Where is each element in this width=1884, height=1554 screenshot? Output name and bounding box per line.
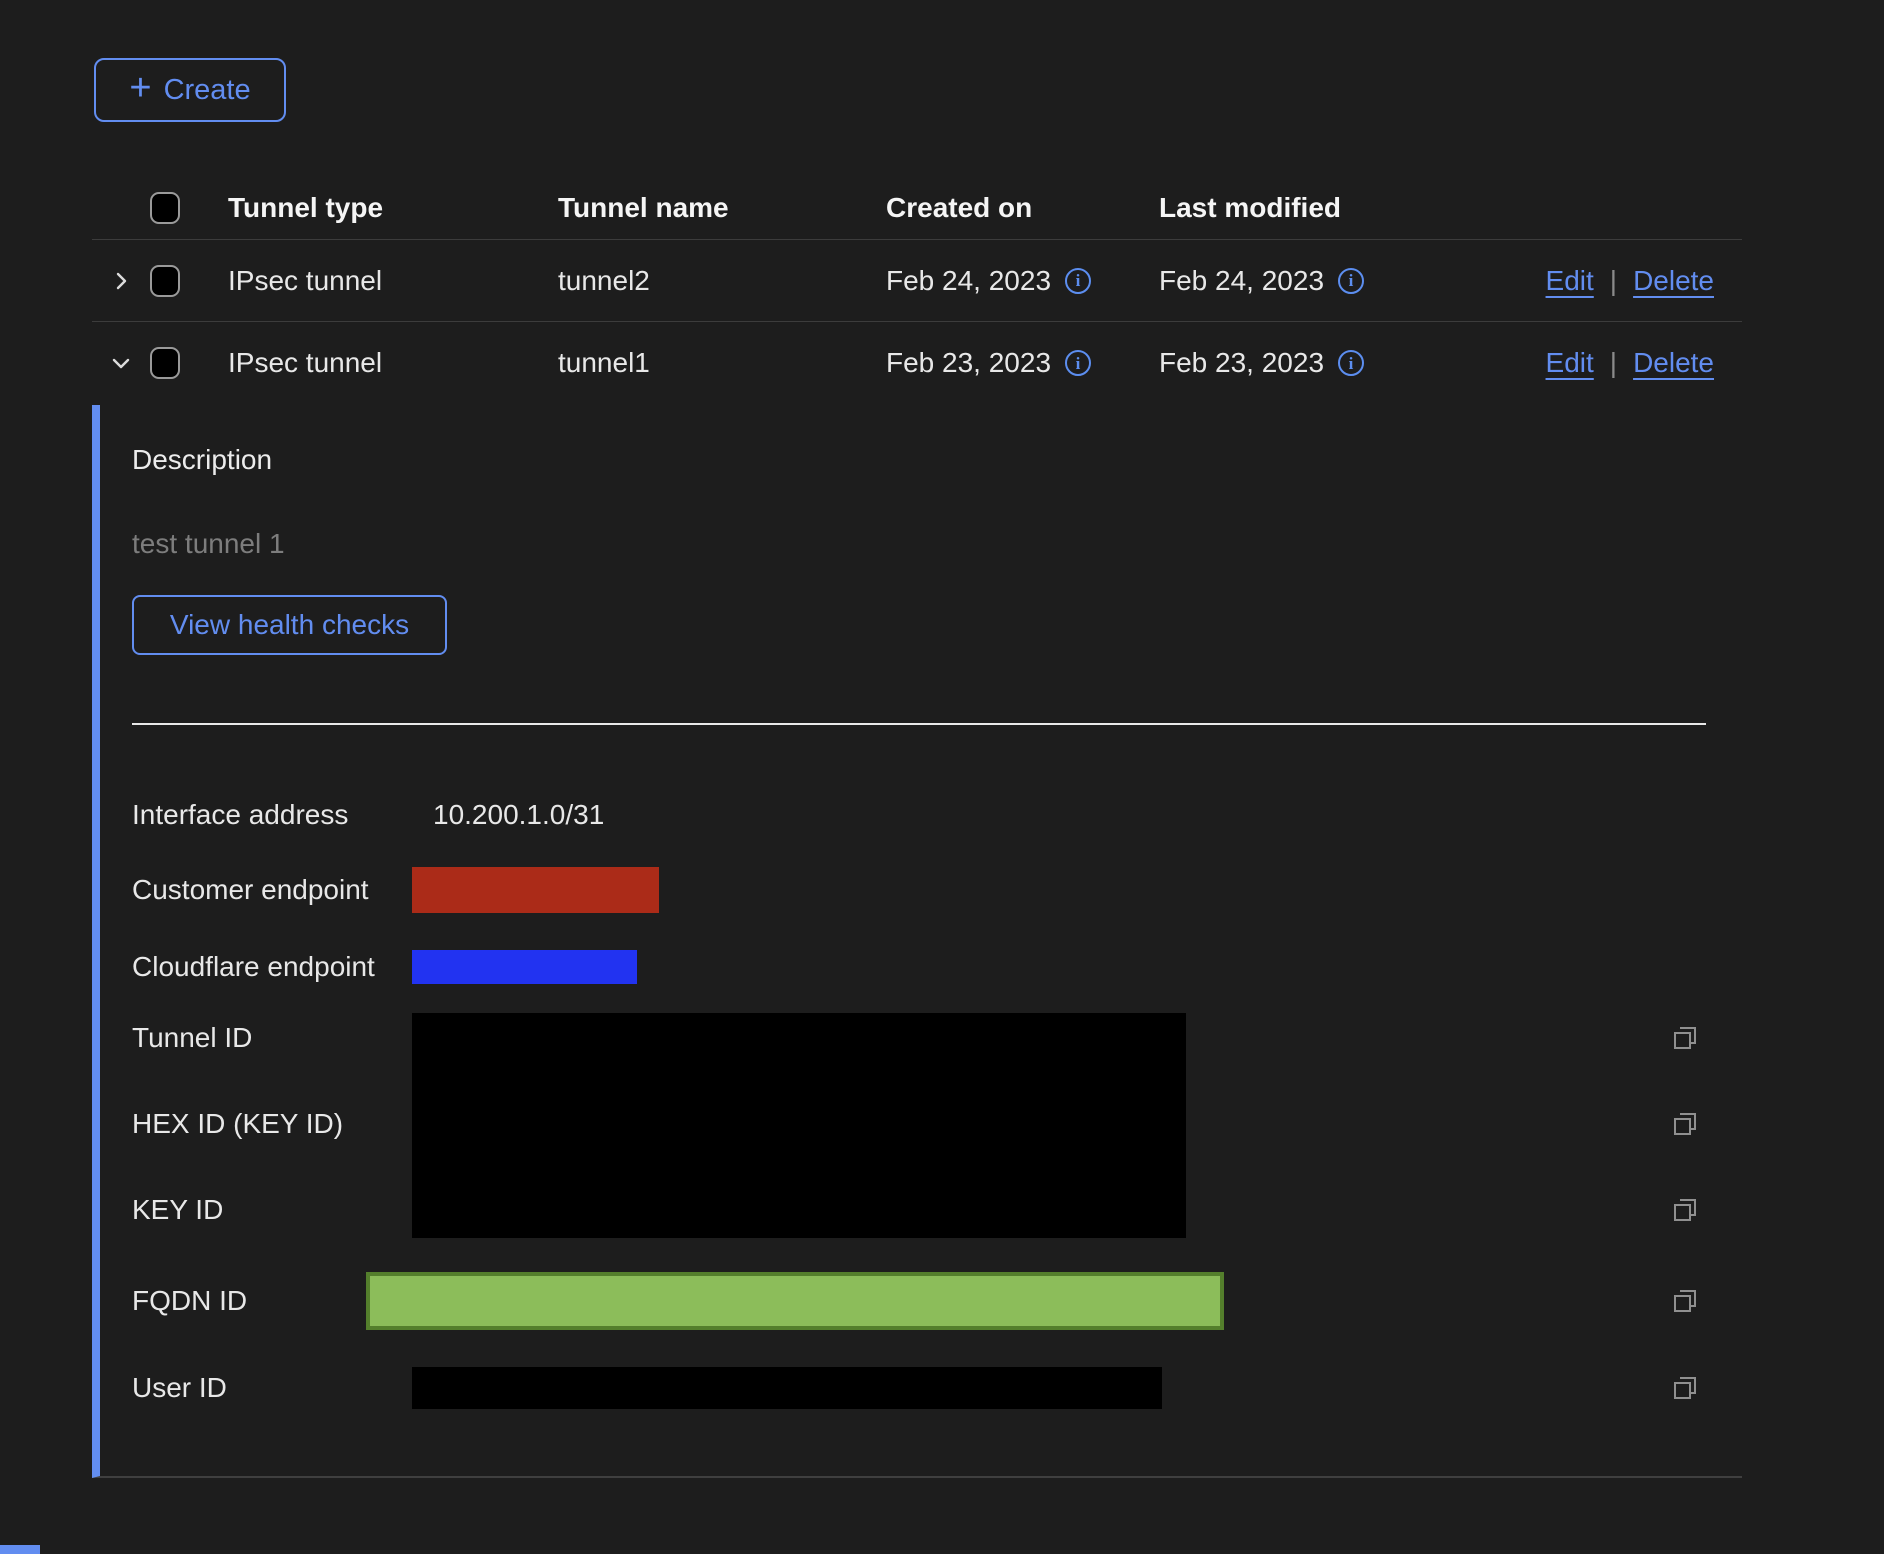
interface-address-value: 10.200.1.0/31 bbox=[433, 799, 604, 831]
detail-row-user-id: User ID bbox=[132, 1367, 1706, 1409]
info-icon[interactable]: i bbox=[1338, 268, 1364, 294]
header-created-on: Created on bbox=[886, 192, 1159, 224]
detail-row-fqdn-id: FQDN ID bbox=[132, 1272, 1706, 1330]
last-modified-cell: Feb 24, 2023 bbox=[1159, 265, 1324, 297]
tunnel-name-cell: tunnel1 bbox=[558, 347, 886, 379]
copy-hex-id-button[interactable] bbox=[1668, 1107, 1702, 1141]
customer-endpoint-label: Customer endpoint bbox=[132, 874, 412, 906]
created-on-cell: Feb 23, 2023 bbox=[886, 347, 1051, 379]
tunnel-type-cell: IPsec tunnel bbox=[228, 347, 558, 379]
copy-icon bbox=[1670, 1286, 1700, 1316]
collapse-row-button[interactable] bbox=[92, 350, 150, 376]
description-label: Description bbox=[132, 443, 1706, 477]
hex-id-label: HEX ID (KEY ID) bbox=[132, 1099, 412, 1149]
info-icon[interactable]: i bbox=[1065, 268, 1091, 294]
copy-key-id-button[interactable] bbox=[1668, 1193, 1702, 1227]
select-all-checkbox[interactable] bbox=[150, 192, 180, 224]
delete-link[interactable]: Delete bbox=[1633, 347, 1714, 379]
edit-link[interactable]: Edit bbox=[1546, 265, 1594, 297]
info-icon[interactable]: i bbox=[1065, 350, 1091, 376]
detail-row-cloudflare-endpoint: Cloudflare endpoint bbox=[132, 950, 1706, 984]
customer-endpoint-redacted-value bbox=[412, 867, 659, 913]
user-id-label: User ID bbox=[132, 1372, 412, 1404]
bottom-accent-bar bbox=[0, 1545, 40, 1554]
detail-group-ids: Tunnel ID HEX ID (KEY ID) KEY ID bbox=[132, 1013, 1706, 1238]
plus-icon: + bbox=[129, 69, 151, 107]
section-divider bbox=[132, 723, 1706, 725]
tunnels-table: Tunnel type Tunnel name Created on Last … bbox=[92, 176, 1742, 404]
chevron-down-icon bbox=[108, 350, 134, 376]
link-separator: | bbox=[1610, 347, 1617, 379]
view-health-checks-button[interactable]: View health checks bbox=[132, 595, 447, 655]
tunnel-name-cell: tunnel2 bbox=[558, 265, 886, 297]
create-button-label: Create bbox=[164, 74, 251, 107]
fqdn-id-redacted-value bbox=[366, 1272, 1224, 1330]
tunnel-type-cell: IPsec tunnel bbox=[228, 265, 558, 297]
tunnel-detail-panel: Description test tunnel 1 View health ch… bbox=[92, 405, 1742, 1478]
detail-row-customer-endpoint: Customer endpoint bbox=[132, 867, 1706, 913]
last-modified-cell: Feb 23, 2023 bbox=[1159, 347, 1324, 379]
cloudflare-endpoint-label: Cloudflare endpoint bbox=[132, 951, 412, 983]
key-id-label: KEY ID bbox=[132, 1185, 412, 1235]
copy-icon bbox=[1670, 1023, 1700, 1053]
table-row: IPsec tunnel tunnel2 Feb 24, 2023 i Feb … bbox=[92, 240, 1742, 322]
link-separator: | bbox=[1610, 265, 1617, 297]
header-last-modified: Last modified bbox=[1159, 192, 1449, 224]
tunnel-id-label: Tunnel ID bbox=[132, 1013, 412, 1063]
interface-address-label: Interface address bbox=[132, 799, 412, 831]
copy-fqdn-id-button[interactable] bbox=[1668, 1284, 1702, 1318]
copy-user-id-button[interactable] bbox=[1668, 1371, 1702, 1405]
header-tunnel-name: Tunnel name bbox=[558, 192, 886, 224]
expand-row-button[interactable] bbox=[92, 268, 150, 294]
user-id-redacted-value bbox=[412, 1367, 1162, 1409]
create-button[interactable]: + Create bbox=[94, 58, 286, 122]
copy-icon bbox=[1670, 1109, 1700, 1139]
header-tunnel-type: Tunnel type bbox=[228, 192, 558, 224]
ids-redacted-value bbox=[412, 1013, 1186, 1238]
info-icon[interactable]: i bbox=[1338, 350, 1364, 376]
description-value: test tunnel 1 bbox=[132, 527, 1706, 561]
chevron-right-icon bbox=[108, 268, 134, 294]
delete-link[interactable]: Delete bbox=[1633, 265, 1714, 297]
detail-row-interface-address: Interface address 10.200.1.0/31 bbox=[132, 790, 1706, 840]
table-header-row: Tunnel type Tunnel name Created on Last … bbox=[92, 176, 1742, 240]
copy-tunnel-id-button[interactable] bbox=[1668, 1021, 1702, 1055]
row-checkbox[interactable] bbox=[150, 265, 180, 297]
edit-link[interactable]: Edit bbox=[1546, 347, 1594, 379]
copy-icon bbox=[1670, 1373, 1700, 1403]
cloudflare-endpoint-redacted-value bbox=[412, 950, 637, 984]
copy-icon bbox=[1670, 1195, 1700, 1225]
created-on-cell: Feb 24, 2023 bbox=[886, 265, 1051, 297]
row-checkbox[interactable] bbox=[150, 347, 180, 379]
tunnels-page: + Create Tunnel type Tunnel name Created… bbox=[0, 0, 1884, 1554]
table-row: IPsec tunnel tunnel1 Feb 23, 2023 i Feb … bbox=[92, 322, 1742, 404]
